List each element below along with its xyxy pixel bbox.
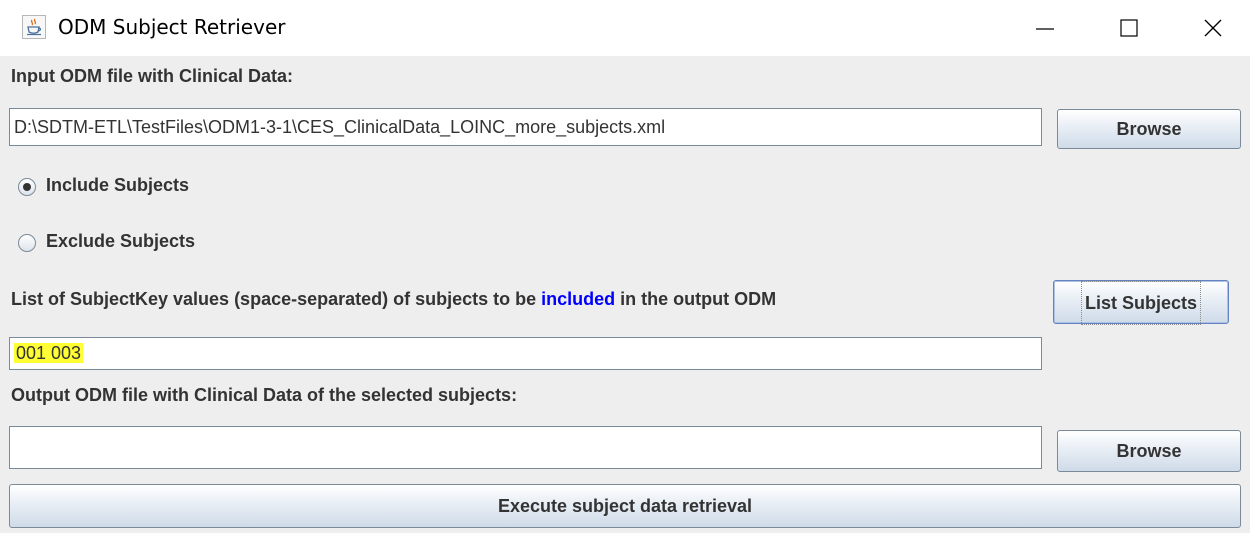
subject-keys-label: List of SubjectKey values (space-separat…: [11, 289, 776, 310]
maximize-icon: [1120, 19, 1138, 37]
output-file-field[interactable]: [9, 426, 1042, 469]
subject-keys-label-mode: included: [541, 289, 616, 309]
include-subjects-label: Include Subjects: [46, 175, 190, 195]
radio-selected-indicator: [18, 178, 36, 196]
minimize-icon: [1036, 28, 1054, 30]
input-browse-label: Browse: [1116, 119, 1182, 139]
subject-keys-label-prefix: List of SubjectKey values (space-separat…: [11, 289, 542, 309]
subject-keys-label-suffix: in the output ODM: [615, 289, 777, 309]
output-browse-label: Browse: [1116, 441, 1182, 461]
radio-unselected-indicator: [18, 234, 36, 252]
input-browse-button[interactable]: Browse: [1057, 109, 1241, 149]
maximize-button[interactable]: [1094, 0, 1164, 56]
close-icon: [1204, 19, 1222, 37]
output-file-label: Output ODM file with Clinical Data of th…: [11, 385, 518, 405]
title-bar: ODM Subject Retriever: [0, 0, 1250, 56]
output-browse-button[interactable]: Browse: [1057, 430, 1241, 472]
list-subjects-label: List Subjects: [1080, 281, 1202, 325]
input-file-path: D:\SDTM-ETL\TestFiles\ODM1-3-1\CES_Clini…: [14, 117, 666, 137]
list-subjects-button[interactable]: List Subjects: [1053, 280, 1229, 325]
exclude-subjects-label: Exclude Subjects: [46, 231, 196, 251]
execute-retrieval-button[interactable]: Execute subject data retrieval: [9, 484, 1241, 528]
java-coffee-cup-icon: [22, 15, 46, 39]
input-file-field[interactable]: D:\SDTM-ETL\TestFiles\ODM1-3-1\CES_Clini…: [9, 108, 1042, 146]
input-file-label: Input ODM file with Clinical Data:: [11, 66, 294, 86]
subject-keys-input[interactable]: 001 003: [9, 337, 1042, 370]
window-title: ODM Subject Retriever: [58, 15, 286, 39]
close-button[interactable]: [1178, 0, 1248, 56]
execute-retrieval-label: Execute subject data retrieval: [497, 496, 753, 516]
subject-keys-value: 001 003: [14, 343, 84, 363]
minimize-button[interactable]: [1010, 0, 1080, 56]
